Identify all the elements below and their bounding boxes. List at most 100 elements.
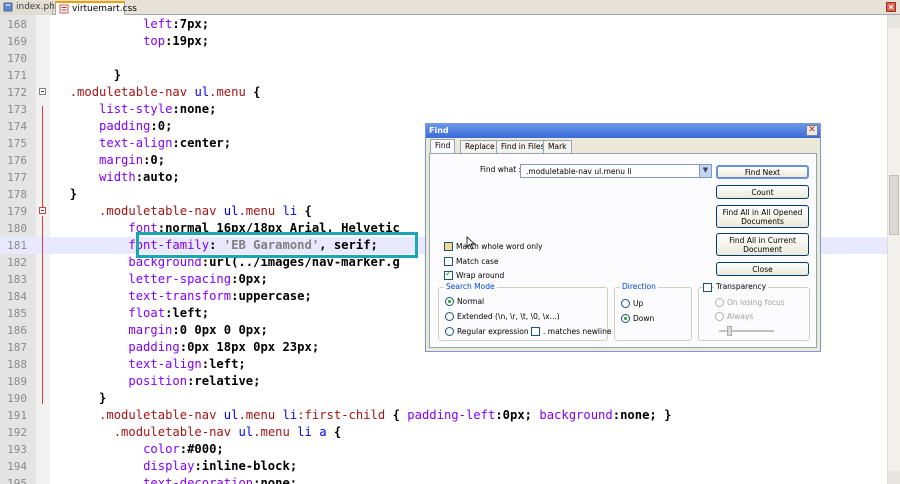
code-token: :relative; — [187, 374, 261, 388]
code-token: ul — [223, 204, 239, 218]
dialog-close-button[interactable]: ✕ — [806, 125, 818, 136]
code-token: :0; — [143, 153, 166, 167]
tab-mark[interactable]: Mark — [543, 140, 572, 153]
code-line[interactable]: 168 left:7px; — [0, 16, 887, 33]
code-token: :#000; — [179, 442, 224, 456]
find-what-value: .moduletable-nav ul.menu li — [526, 167, 632, 176]
code-token: :inline-block; — [194, 459, 298, 473]
code-line[interactable]: 191 .moduletable-nav ul.menu li:first-ch… — [0, 407, 887, 424]
code-token: :left; — [201, 357, 246, 371]
code-token: .moduletable-nav — [69, 85, 188, 99]
tab-find[interactable]: Find — [430, 139, 456, 154]
code-line[interactable]: 169 top:19px; — [0, 33, 887, 50]
match-whole-word-checkbox[interactable] — [444, 242, 453, 251]
code-token: :none; } — [612, 408, 672, 422]
scroll-thumb[interactable] — [889, 175, 899, 235]
wrap-around-checkbox[interactable] — [444, 269, 453, 280]
code-token: text-transform — [128, 289, 232, 303]
up-label: Up — [633, 299, 644, 308]
fold-toggle-icon[interactable] — [39, 88, 46, 95]
code-token: .moduletable-nav — [99, 204, 217, 218]
vertical-scrollbar[interactable] — [887, 15, 900, 484]
code-token: :first-child — [297, 408, 386, 422]
code-text: .moduletable-nav ul.menu { — [55, 84, 261, 101]
code-text: } — [55, 67, 121, 84]
scroll-down-button[interactable] — [888, 471, 900, 484]
up-radio[interactable] — [621, 299, 630, 308]
code-line[interactable]: 192 .moduletable-nav ul.menu li a { — [0, 424, 887, 441]
line-number: 171 — [7, 69, 27, 82]
find-next-button[interactable]: Find Next — [716, 165, 809, 179]
close-button[interactable]: Close — [716, 262, 809, 276]
always-radio[interactable] — [715, 312, 724, 321]
code-line[interactable]: 170 — [0, 50, 887, 67]
line-number: 185 — [7, 307, 27, 320]
search-mode-title: Search Mode — [444, 282, 497, 291]
count-button[interactable]: Count — [716, 185, 809, 199]
code-token: float — [128, 306, 166, 320]
transparency-checkbox[interactable] — [703, 283, 712, 292]
code-token: ul — [238, 425, 254, 439]
scroll-up-button[interactable] — [888, 15, 900, 28]
extended-radio[interactable] — [445, 312, 454, 321]
code-line[interactable]: 188 text-align:left; — [0, 356, 887, 373]
code-token: .menu — [253, 425, 290, 439]
code-line[interactable]: 195 text-decoration:none; — [0, 475, 887, 484]
transparency-slider-thumb[interactable] — [727, 326, 732, 336]
down-radio[interactable] — [621, 314, 630, 323]
code-line[interactable]: 172 .moduletable-nav ul.menu { — [0, 84, 887, 101]
line-number: 195 — [7, 477, 27, 484]
code-line[interactable]: 171 } — [0, 67, 887, 84]
regex-radio[interactable] — [445, 327, 454, 336]
tab-find-in-files[interactable]: Find in Files — [496, 140, 550, 153]
line-number: 193 — [7, 443, 27, 456]
fold-toggle-icon[interactable] — [39, 207, 46, 214]
line-number: 182 — [7, 256, 27, 269]
fold-line — [42, 106, 43, 208]
find-all-opened-button[interactable]: Find All in All Opened Documents — [716, 205, 809, 228]
matches-newline-label: . matches newline — [543, 327, 612, 336]
line-number: 187 — [7, 341, 27, 354]
code-token: .moduletable-nav — [99, 408, 217, 422]
code-line[interactable]: 194 display:inline-block; — [0, 458, 887, 475]
tab-virtuemart-css[interactable]: virtuemart.css — [55, 1, 137, 15]
code-token: margin — [99, 153, 144, 167]
code-token: :0px 18px 0px 23px; — [179, 340, 320, 354]
code-token: padding — [128, 340, 180, 354]
tab-replace[interactable]: Replace — [460, 140, 500, 153]
line-number: 184 — [7, 290, 27, 303]
code-line[interactable]: 190 } — [0, 390, 887, 407]
code-token: margin — [128, 323, 173, 337]
find-all-current-button[interactable]: Find All in Current Document — [716, 233, 809, 256]
normal-radio[interactable] — [445, 297, 454, 306]
code-token: top — [143, 34, 166, 48]
line-number: 176 — [7, 154, 27, 167]
code-token: text-decoration — [143, 476, 254, 484]
find-what-input[interactable]: .moduletable-nav ul.menu li ▼ — [520, 164, 712, 178]
code-token: } — [69, 187, 78, 201]
tab-index-php[interactable]: index.php — [0, 1, 61, 15]
on-losing-focus-radio[interactable] — [715, 298, 724, 307]
dialog-title: Find — [426, 124, 820, 138]
code-token: position — [128, 374, 188, 388]
code-line[interactable]: 189 position:relative; — [0, 373, 887, 390]
code-line[interactable]: 173 list-style:none; — [0, 101, 887, 118]
matches-newline-checkbox[interactable] — [531, 327, 540, 336]
down-label: Down — [633, 314, 655, 323]
code-text: width:auto; — [55, 169, 180, 186]
find-dialog: Find ✕ Find Replace Find in Files Mark F… — [425, 123, 821, 352]
code-token: :auto; — [135, 170, 180, 184]
code-line[interactable]: 193 color:#000; — [0, 441, 887, 458]
close-tab-icon[interactable] — [886, 2, 896, 12]
normal-label: Normal — [457, 297, 485, 306]
code-token: :none; — [172, 102, 217, 116]
match-case-checkbox[interactable] — [444, 257, 453, 266]
code-token: background — [539, 408, 613, 422]
chevron-down-icon[interactable]: ▼ — [699, 165, 711, 177]
